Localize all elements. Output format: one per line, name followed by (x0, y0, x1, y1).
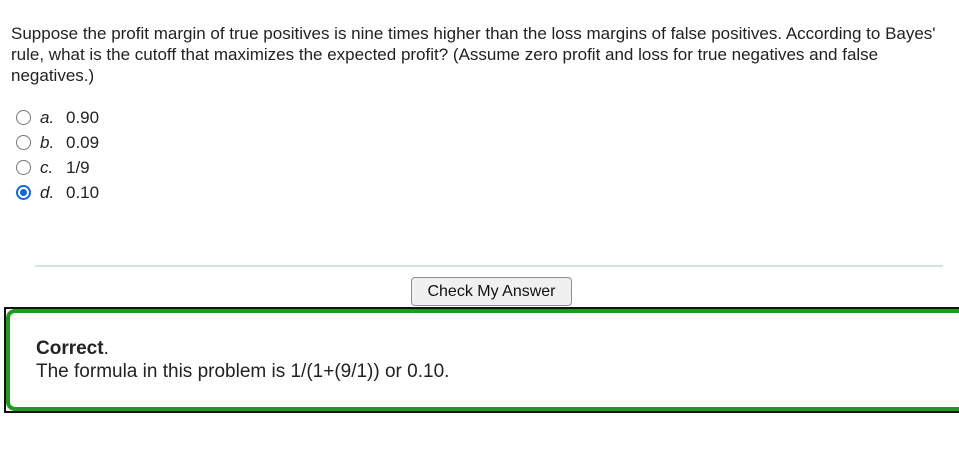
option-letter: c. (40, 157, 54, 177)
radio-button-c[interactable] (16, 160, 31, 175)
option-value: 0.90 (66, 107, 100, 127)
feedback-status-punct: . (103, 338, 109, 359)
option-value: 0.09 (66, 132, 100, 152)
option-d[interactable]: d. 0.10 (16, 180, 99, 205)
option-a[interactable]: a. 0.90 (16, 105, 99, 130)
option-c[interactable]: c. 1/9 (16, 155, 99, 180)
feedback-explanation: The formula in this problem is 1/(1+(9/1… (36, 361, 450, 382)
radio-button-b[interactable] (16, 135, 31, 150)
check-my-answer-button[interactable]: Check My Answer (411, 277, 572, 306)
feedback-status-word: Correct (36, 338, 104, 359)
option-value: 0.10 (66, 182, 100, 202)
feedback-status: Correct. (36, 338, 109, 360)
answer-options: a. 0.90 b. 0.09 c. 1/9 d. 0.10 (16, 105, 99, 205)
option-letter: a. (40, 107, 55, 127)
option-letter: b. (40, 132, 55, 152)
option-value: 1/9 (66, 157, 90, 177)
radio-button-a[interactable] (16, 110, 31, 125)
question-text: Suppose the profit margin of true positi… (11, 24, 936, 85)
option-letter: d. (40, 182, 55, 202)
section-divider (35, 265, 943, 267)
radio-button-d[interactable] (16, 185, 31, 200)
feedback-panel (6, 309, 959, 411)
option-b[interactable]: b. 0.09 (16, 130, 99, 155)
